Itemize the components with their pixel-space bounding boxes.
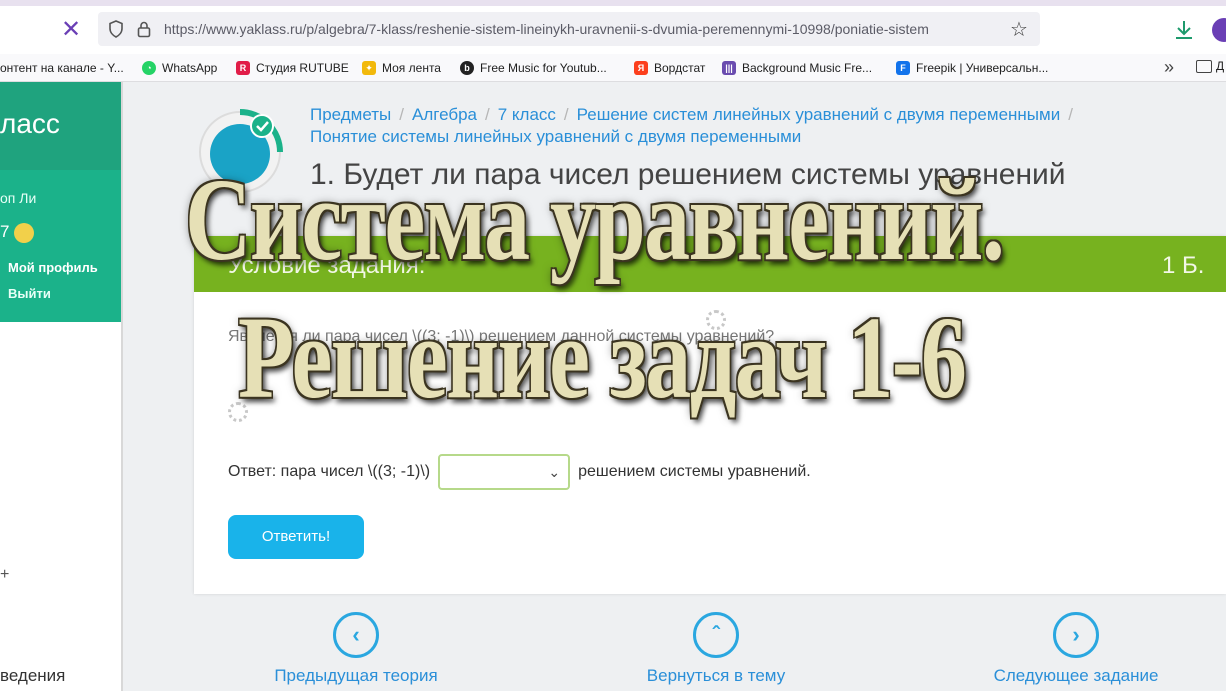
lock-icon[interactable]	[136, 20, 152, 38]
address-bar[interactable]: https://www.yaklass.ru/p/algebra/7-klass…	[98, 12, 1040, 46]
bookmark-item[interactable]: b Free Music for Youtub...	[460, 59, 607, 77]
back-to-topic-nav[interactable]: ˆ Вернуться в тему	[642, 612, 790, 686]
breadcrumb-separator: /	[399, 105, 404, 124]
bookmark-star-icon[interactable]: ☆	[1010, 17, 1028, 42]
answer-row: Ответ: пара чисел \((3; -1)\) ⌄ решением…	[228, 454, 811, 490]
chevron-down-icon: ⌄	[548, 464, 561, 480]
plus-icon[interactable]: +	[0, 566, 9, 584]
submit-answer-button[interactable]: Ответить!	[228, 515, 364, 559]
sidebar: ласс оп Ли 7 Мой профиль Выйти + ведения	[0, 82, 121, 691]
chevron-double-right-icon[interactable]: »	[1164, 57, 1174, 78]
bookmarks-bar: онтент на канале - Y... ◔ WhatsApp R Студи…	[0, 54, 1226, 82]
wordstat-icon: Я	[634, 61, 648, 75]
logout-link[interactable]: Выйти	[8, 286, 51, 301]
next-task-label[interactable]: Следующее задание	[988, 666, 1164, 686]
gem-icon	[14, 223, 34, 243]
my-profile-link[interactable]: Мой профиль	[8, 260, 98, 275]
breadcrumb-separator: /	[485, 105, 490, 124]
overlay-title-line-2: Решение задач 1-6	[238, 292, 967, 423]
profile-avatar-icon[interactable]	[1212, 18, 1226, 42]
close-icon[interactable]: ✕	[58, 17, 84, 43]
shield-icon[interactable]	[108, 20, 124, 38]
chevron-up-icon[interactable]: ˆ	[693, 612, 739, 658]
equalizer-icon: |||	[722, 61, 736, 75]
music-icon: b	[460, 61, 474, 75]
answer-select[interactable]: ⌄	[438, 454, 571, 490]
bookmark-item[interactable]: ✦ Моя лента	[362, 59, 441, 77]
download-icon[interactable]	[1172, 18, 1196, 42]
bookmark-item[interactable]: онтент на канале - Y...	[0, 59, 124, 77]
back-to-topic-label[interactable]: Вернуться в тему	[642, 666, 790, 686]
breadcrumb-link[interactable]: 7 класс	[498, 105, 556, 124]
whatsapp-icon: ◔	[142, 61, 156, 75]
site-logo[interactable]: ласс	[0, 108, 60, 140]
url-text[interactable]: https://www.yaklass.ru/p/algebra/7-klass…	[164, 21, 1000, 37]
user-name: оп Ли	[0, 190, 37, 206]
chevron-left-icon[interactable]: ‹	[333, 612, 379, 658]
folder-icon[interactable]	[1196, 60, 1212, 73]
overlay-title-line-1: Система уравнений.	[185, 154, 1005, 285]
breadcrumb-link[interactable]: Алгебра	[412, 105, 477, 124]
sidebar-user-panel: оп Ли 7 Мой профиль Выйти	[0, 170, 121, 322]
breadcrumb: Предметы / Алгебра / 7 класс / Решение систем …	[310, 104, 1210, 148]
bookmark-item[interactable]: R Студия RUTUBE	[236, 59, 349, 77]
bookmark-item[interactable]: ◔ WhatsApp	[142, 59, 217, 77]
answer-prefix: Ответ: пара чисел \((3; -1)\)	[228, 463, 431, 480]
bookmark-item[interactable]: ||| Background Music Fre...	[722, 59, 872, 77]
sidebar-divider	[121, 82, 123, 691]
chevron-right-icon[interactable]: ›	[1053, 612, 1099, 658]
breadcrumb-separator: /	[563, 105, 569, 124]
freepik-icon: F	[896, 61, 910, 75]
bookmark-item[interactable]: Я Вордстат	[634, 59, 705, 77]
browser-toolbar: ✕ https://www.yaklass.ru/p/algebra/7-kla…	[0, 6, 1226, 54]
breadcrumb-link[interactable]: Предметы	[310, 105, 391, 124]
rutube-icon: R	[236, 61, 250, 75]
sidebar-header: ласс	[0, 82, 121, 170]
prev-theory-nav[interactable]: ‹ Предыдущая теория	[268, 612, 444, 686]
task-score: 1 Б.	[1162, 252, 1205, 279]
user-points: 7	[0, 222, 10, 241]
sidebar-bottom-item[interactable]: ведения	[0, 666, 65, 686]
prev-theory-label[interactable]: Предыдущая теория	[268, 666, 444, 686]
breadcrumb-link[interactable]: Решение систем линейных уравнений с двум…	[577, 105, 1061, 124]
answer-suffix: решением системы уравнений.	[578, 463, 811, 480]
bookmark-item[interactable]: F Freepik | Универсальн...	[896, 59, 1048, 77]
breadcrumb-separator: /	[1068, 105, 1073, 124]
other-bookmarks-label[interactable]: Д	[1216, 59, 1224, 73]
zen-icon: ✦	[362, 61, 376, 75]
breadcrumb-link[interactable]: Понятие системы линейных уравнений с дву…	[310, 127, 801, 146]
next-task-nav[interactable]: › Следующее задание	[988, 612, 1164, 686]
